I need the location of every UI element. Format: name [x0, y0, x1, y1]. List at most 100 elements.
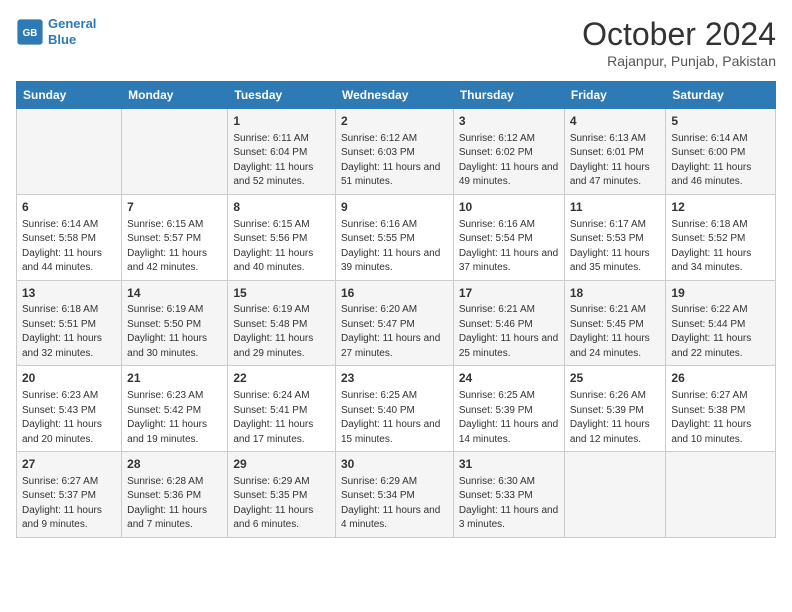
day-info: Sunrise: 6:20 AM Sunset: 5:47 PM Dayligh…: [341, 303, 448, 361]
calendar-cell: 26Sunrise: 6:27 AM Sunset: 5:38 PM Dayli…: [666, 366, 776, 452]
logo: GB General Blue: [16, 16, 96, 47]
day-number: 21: [127, 370, 222, 387]
calendar-week-3: 13Sunrise: 6:18 AM Sunset: 5:51 PM Dayli…: [17, 280, 776, 366]
calendar-cell: 20Sunrise: 6:23 AM Sunset: 5:43 PM Dayli…: [17, 366, 122, 452]
day-number: 22: [233, 370, 330, 387]
calendar-cell: 27 Sunrise: 6:27 AM Sunset: 5:37 PM Dayli…: [17, 452, 122, 538]
day-number: 24: [459, 370, 559, 387]
day-info: Sunrise: 6:12 AM Sunset: 6:03 PM Dayligh…: [341, 132, 448, 190]
day-info: Sunrise: 6:18 AM Sunset: 5:51 PM Dayligh…: [22, 303, 116, 361]
day-number: 14: [127, 285, 222, 302]
day-info: Sunrise: 6:23 AM Sunset: 5:42 PM Dayligh…: [127, 389, 222, 447]
day-number: 25: [570, 370, 661, 387]
day-info: Sunrise: 6:19 AM Sunset: 5:50 PM Dayligh…: [127, 303, 222, 361]
calendar-subtitle: Rajanpur, Punjab, Pakistan: [582, 53, 776, 69]
calendar-cell: 16Sunrise: 6:20 AM Sunset: 5:47 PM Dayli…: [335, 280, 453, 366]
weekday-header-friday: Friday: [564, 82, 666, 109]
day-info: Sunrise: 6:25 AM Sunset: 5:39 PM Dayligh…: [459, 389, 559, 447]
day-number: 9: [341, 199, 448, 216]
calendar-cell: 10Sunrise: 6:16 AM Sunset: 5:54 PM Dayli…: [453, 194, 564, 280]
calendar-cell: 29Sunrise: 6:29 AM Sunset: 5:35 PM Dayli…: [228, 452, 336, 538]
logo-icon: GB: [16, 18, 44, 46]
calendar-cell: 4 Sunrise: 6:13 AM Sunset: 6:01 PM Daylig…: [564, 109, 666, 195]
day-number: 13: [22, 285, 116, 302]
day-number: 8: [233, 199, 330, 216]
logo-general: General: [48, 16, 96, 31]
day-info: Sunrise: 6:18 AM Sunset: 5:52 PM Dayligh…: [671, 218, 770, 276]
calendar-cell: 15Sunrise: 6:19 AM Sunset: 5:48 PM Dayli…: [228, 280, 336, 366]
day-info: Sunrise: 6:28 AM Sunset: 5:36 PM Dayligh…: [127, 475, 222, 533]
calendar-cell: 11Sunrise: 6:17 AM Sunset: 5:53 PM Dayli…: [564, 194, 666, 280]
calendar-cell: [122, 109, 228, 195]
weekday-header-monday: Monday: [122, 82, 228, 109]
day-number: 3: [459, 113, 559, 130]
calendar-cell: 21 Sunrise: 6:23 AM Sunset: 5:42 PM Dayli…: [122, 366, 228, 452]
calendar-cell: [666, 452, 776, 538]
calendar-cell: 3 Sunrise: 6:12 AM Sunset: 6:02 PM Daylig…: [453, 109, 564, 195]
calendar-title: October 2024: [582, 16, 776, 53]
calendar-cell: 12 Sunrise: 6:18 AM Sunset: 5:52 PM Dayli…: [666, 194, 776, 280]
day-number: 4: [570, 113, 661, 130]
calendar-week-2: 6Sunrise: 6:14 AM Sunset: 5:58 PM Daylig…: [17, 194, 776, 280]
calendar-cell: 25 Sunrise: 6:26 AM Sunset: 5:39 PM Dayli…: [564, 366, 666, 452]
title-block: October 2024 Rajanpur, Punjab, Pakistan: [582, 16, 776, 69]
calendar-cell: [17, 109, 122, 195]
day-info: Sunrise: 6:17 AM Sunset: 5:53 PM Dayligh…: [570, 218, 661, 276]
calendar-week-1: 1 Sunrise: 6:11 AM Sunset: 6:04 PM Daylig…: [17, 109, 776, 195]
calendar-cell: 31 Sunrise: 6:30 AM Sunset: 5:33 PM Dayli…: [453, 452, 564, 538]
weekday-header-thursday: Thursday: [453, 82, 564, 109]
day-number: 31: [459, 456, 559, 473]
day-info: Sunrise: 6:30 AM Sunset: 5:33 PM Dayligh…: [459, 475, 559, 533]
calendar-cell: 22 Sunrise: 6:24 AM Sunset: 5:41 PM Dayli…: [228, 366, 336, 452]
day-info: Sunrise: 6:15 AM Sunset: 5:56 PM Dayligh…: [233, 218, 330, 276]
day-info: Sunrise: 6:23 AM Sunset: 5:43 PM Dayligh…: [22, 389, 116, 447]
day-info: Sunrise: 6:12 AM Sunset: 6:02 PM Dayligh…: [459, 132, 559, 190]
day-info: Sunrise: 6:19 AM Sunset: 5:48 PM Dayligh…: [233, 303, 330, 361]
weekday-header-tuesday: Tuesday: [228, 82, 336, 109]
calendar-cell: 23 Sunrise: 6:25 AM Sunset: 5:40 PM Dayli…: [335, 366, 453, 452]
calendar-cell: 2 Sunrise: 6:12 AM Sunset: 6:03 PM Daylig…: [335, 109, 453, 195]
day-number: 27: [22, 456, 116, 473]
calendar-cell: 9Sunrise: 6:16 AM Sunset: 5:55 PM Daylig…: [335, 194, 453, 280]
day-info: Sunrise: 6:24 AM Sunset: 5:41 PM Dayligh…: [233, 389, 330, 447]
page-header: GB General Blue October 2024 Rajanpur, P…: [16, 16, 776, 69]
weekday-header-saturday: Saturday: [666, 82, 776, 109]
weekday-header-row: SundayMondayTuesdayWednesdayThursdayFrid…: [17, 82, 776, 109]
day-number: 23: [341, 370, 448, 387]
day-info: Sunrise: 6:29 AM Sunset: 5:34 PM Dayligh…: [341, 475, 448, 533]
day-info: Sunrise: 6:11 AM Sunset: 6:04 PM Dayligh…: [233, 132, 330, 190]
calendar-cell: 8 Sunrise: 6:15 AM Sunset: 5:56 PM Daylig…: [228, 194, 336, 280]
calendar-cell: 14Sunrise: 6:19 AM Sunset: 5:50 PM Dayli…: [122, 280, 228, 366]
calendar-cell: 18Sunrise: 6:21 AM Sunset: 5:45 PM Dayli…: [564, 280, 666, 366]
calendar-cell: 28 Sunrise: 6:28 AM Sunset: 5:36 PM Dayli…: [122, 452, 228, 538]
calendar-week-4: 20Sunrise: 6:23 AM Sunset: 5:43 PM Dayli…: [17, 366, 776, 452]
day-number: 18: [570, 285, 661, 302]
day-info: Sunrise: 6:14 AM Sunset: 6:00 PM Dayligh…: [671, 132, 770, 190]
day-number: 2: [341, 113, 448, 130]
calendar-table: SundayMondayTuesdayWednesdayThursdayFrid…: [16, 81, 776, 538]
day-number: 19: [671, 285, 770, 302]
day-info: Sunrise: 6:13 AM Sunset: 6:01 PM Dayligh…: [570, 132, 661, 190]
day-info: Sunrise: 6:16 AM Sunset: 5:54 PM Dayligh…: [459, 218, 559, 276]
day-info: Sunrise: 6:26 AM Sunset: 5:39 PM Dayligh…: [570, 389, 661, 447]
calendar-cell: 1 Sunrise: 6:11 AM Sunset: 6:04 PM Daylig…: [228, 109, 336, 195]
calendar-cell: 30Sunrise: 6:29 AM Sunset: 5:34 PM Dayli…: [335, 452, 453, 538]
calendar-cell: 19Sunrise: 6:22 AM Sunset: 5:44 PM Dayli…: [666, 280, 776, 366]
day-info: Sunrise: 6:25 AM Sunset: 5:40 PM Dayligh…: [341, 389, 448, 447]
day-info: Sunrise: 6:21 AM Sunset: 5:46 PM Dayligh…: [459, 303, 559, 361]
calendar-cell: 13Sunrise: 6:18 AM Sunset: 5:51 PM Dayli…: [17, 280, 122, 366]
calendar-cell: 17Sunrise: 6:21 AM Sunset: 5:46 PM Dayli…: [453, 280, 564, 366]
calendar-cell: 24 Sunrise: 6:25 AM Sunset: 5:39 PM Dayli…: [453, 366, 564, 452]
day-number: 26: [671, 370, 770, 387]
day-number: 1: [233, 113, 330, 130]
day-info: Sunrise: 6:15 AM Sunset: 5:57 PM Dayligh…: [127, 218, 222, 276]
day-number: 5: [671, 113, 770, 130]
day-number: 7: [127, 199, 222, 216]
day-info: Sunrise: 6:27 AM Sunset: 5:37 PM Dayligh…: [22, 475, 116, 533]
day-number: 12: [671, 199, 770, 216]
day-number: 28: [127, 456, 222, 473]
svg-text:GB: GB: [23, 28, 38, 39]
day-number: 15: [233, 285, 330, 302]
day-number: 16: [341, 285, 448, 302]
calendar-cell: [564, 452, 666, 538]
